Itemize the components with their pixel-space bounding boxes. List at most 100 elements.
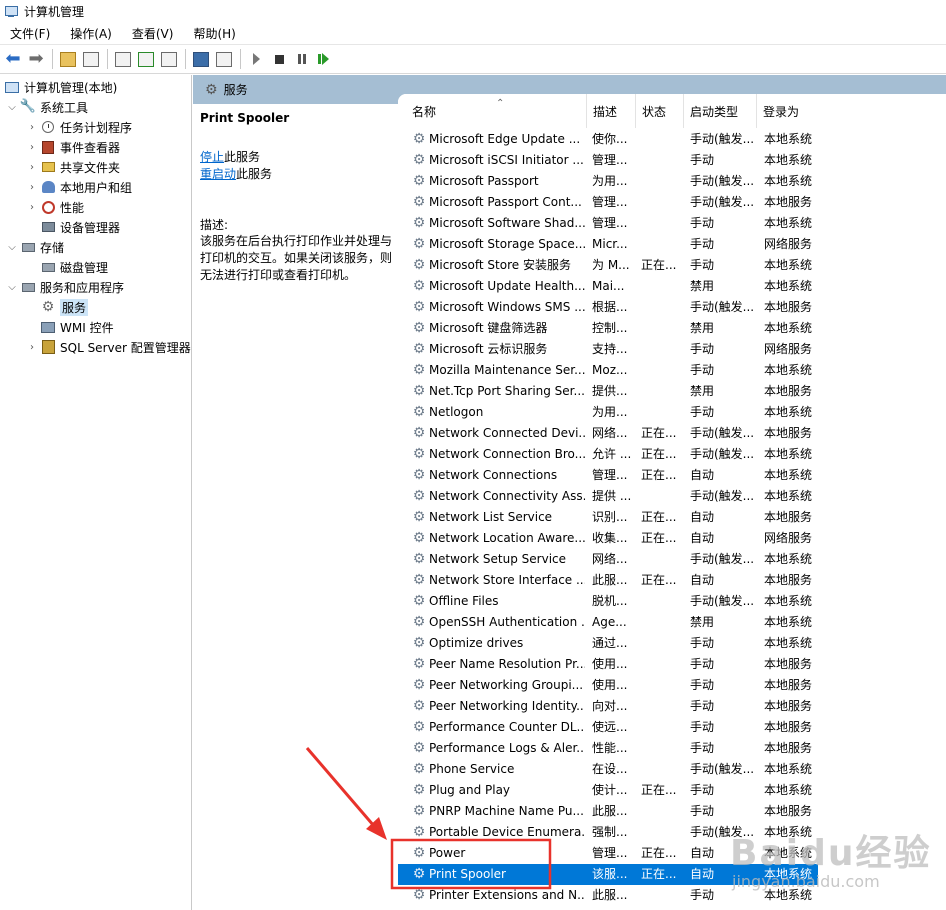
tree-item-system-tools[interactable]: ⌵ 🔧 系统工具 (6, 97, 88, 117)
tree-item-device-manager[interactable]: 设备管理器 (40, 217, 120, 237)
tree-item-disk-management[interactable]: 磁盘管理 (40, 257, 108, 277)
service-row[interactable]: ⚙ Microsoft Passport Cont... 管理... 手动(触发...… (398, 192, 818, 213)
start-service-button[interactable] (245, 48, 267, 70)
properties-button[interactable] (112, 48, 134, 70)
service-row[interactable]: ⚙ Microsoft Update Health... Mai... 禁用 本地系统 (398, 276, 818, 297)
tree-item-services[interactable]: ⚙ 服务 (40, 297, 89, 317)
service-status-cell: 正在... (641, 258, 677, 272)
tree-item-services-and-apps[interactable]: ⌵ 服务和应用程序 (6, 277, 124, 297)
service-row[interactable]: ⚙ Plug and Play 使计... 正在... 手动 本地系统 (398, 780, 818, 801)
action-pane-button[interactable] (213, 48, 235, 70)
stop-service-link[interactable]: 停止 (200, 150, 224, 164)
action-pane-icon (216, 51, 232, 67)
service-row[interactable]: ⚙ Network Connections 管理... 正在... 自动 本地系统 (398, 465, 818, 486)
tree-item-performance[interactable]: › 性能 (26, 197, 84, 217)
service-startup-type-cell: 手动 (690, 699, 715, 713)
service-status-cell (641, 885, 683, 906)
column-header-description[interactable]: 描述 (587, 94, 636, 128)
service-row[interactable]: ⚙ Microsoft Store 安装服务 为 M... 正在... 手动 本地系统 (398, 255, 818, 276)
collapse-chevron-icon[interactable]: ⌵ (6, 242, 18, 253)
tree-item-storage[interactable]: ⌵ 存储 (6, 237, 64, 257)
tree-item-sql-server-config[interactable]: › SQL Server 配置管理器 (26, 337, 191, 357)
service-row[interactable]: ⚙ Network Setup Service 网络... 手动(触发... 本地系统 (398, 549, 818, 570)
service-status-cell (641, 675, 683, 696)
expand-chevron-icon[interactable]: › (26, 122, 38, 133)
column-header-status[interactable]: 状态 (636, 94, 684, 128)
service-row[interactable]: ⚙ Microsoft Windows SMS ... 根据... 手动(触发... 本… (398, 297, 818, 318)
service-gear-icon: ⚙ (412, 257, 426, 273)
service-row[interactable]: ⚙ Network Location Aware... 收集... 正在... 自动 网络… (398, 528, 818, 549)
tree-item-event-viewer[interactable]: › 事件查看器 (26, 137, 120, 157)
service-row[interactable]: ⚙ Peer Networking Identity... 向对... 手动 本地服务 (398, 696, 818, 717)
service-startup-type-cell: 手动(触发... (690, 447, 755, 461)
service-row[interactable]: ⚙ Peer Networking Groupi... 使用... 手动 本地服务 (398, 675, 818, 696)
pause-service-button[interactable] (291, 48, 313, 70)
expand-chevron-icon[interactable]: › (26, 202, 38, 213)
service-gear-icon: ⚙ (412, 530, 426, 546)
service-row[interactable]: ⚙ Performance Logs & Aler... 性能... 手动 本地服务 (398, 738, 818, 759)
service-row[interactable]: ⚙ Microsoft Edge Update ... 使你... 手动(触发... 本… (398, 129, 818, 150)
restart-service-link[interactable]: 重启动 (200, 167, 236, 181)
forward-button[interactable]: ➡ (25, 48, 47, 70)
back-button[interactable]: ⬅ (2, 48, 24, 70)
service-row[interactable]: ⚙ Microsoft 云标识服务 支持... 手动 网络服务 (398, 339, 818, 360)
service-row[interactable]: ⚙ Network List Service 识别... 正在... 自动 本地服务 (398, 507, 818, 528)
service-description-cell: 性能... (592, 741, 628, 755)
service-row[interactable]: ⚙ Network Connection Bro... 允许 ... 正在... 手动(… (398, 444, 818, 465)
service-log-on-cell: 本地系统 (764, 258, 813, 272)
service-row[interactable]: ⚙ Microsoft 键盘筛选器 控制... 禁用 本地系统 (398, 318, 818, 339)
service-row[interactable]: ⚙ Performance Counter DL... 使远... 手动 本地服务 (398, 717, 818, 738)
service-startup-type-cell: 手动(触发... (690, 762, 755, 776)
service-row[interactable]: ⚙ Net.Tcp Port Sharing Ser... 提供... 禁用 本地服务 (398, 381, 818, 402)
stop-service-button[interactable] (268, 48, 290, 70)
service-name-cell: Printer Extensions and N... (429, 888, 585, 902)
menu-view[interactable]: 查看(V) (122, 25, 184, 42)
column-header-name[interactable]: 名称 ⌃ (406, 94, 587, 128)
menu-action[interactable]: 操作(A) (60, 25, 122, 42)
service-description-cell: 使远... (592, 720, 628, 734)
up-folder-button[interactable] (57, 48, 79, 70)
tree-item-wmi-control[interactable]: WMI 控件 (40, 317, 114, 337)
collapse-chevron-icon[interactable]: ⌵ (6, 102, 18, 113)
service-gear-icon: ⚙ (412, 593, 426, 609)
refresh-button[interactable] (135, 48, 157, 70)
service-row[interactable]: ⚙ Offline Files 脱机... 手动(触发... 本地系统 (398, 591, 818, 612)
tree-item-local-users[interactable]: › 本地用户和组 (26, 177, 132, 197)
tree-item-computer-management[interactable]: 计算机管理(本地) (4, 77, 117, 97)
service-startup-type-cell: 手动(触发... (690, 552, 755, 566)
service-gear-icon: ⚙ (412, 845, 426, 861)
service-row[interactable]: ⚙ OpenSSH Authentication ... Age... 禁用 本地系统 (398, 612, 818, 633)
service-row[interactable]: ⚙ Microsoft iSCSI Initiator ... 管理... 手动 本地系… (398, 150, 818, 171)
service-row[interactable]: ⚙ Microsoft Passport 为用... 手动(触发... 本地系统 (398, 171, 818, 192)
service-row[interactable]: ⚙ Microsoft Software Shad... 管理... 手动 本地系统 (398, 213, 818, 234)
service-row[interactable]: ⚙ Phone Service 在设... 手动(触发... 本地系统 (398, 759, 818, 780)
expand-chevron-icon[interactable]: › (26, 142, 38, 153)
service-row[interactable]: ⚙ Network Connected Devi... 网络... 正在... 手动(触… (398, 423, 818, 444)
service-row[interactable]: ⚙ Netlogon 为用... 手动 本地系统 (398, 402, 818, 423)
tree-item-shared-folders[interactable]: › 共享文件夹 (26, 157, 120, 177)
export-list-button[interactable] (158, 48, 180, 70)
service-row[interactable]: ⚙ PNRP Machine Name Pu... 此服... 手动 本地服务 (398, 801, 818, 822)
tree-item-task-scheduler[interactable]: › 任务计划程序 (26, 117, 132, 137)
service-row[interactable]: ⚙ Microsoft Storage Space... Micr... 手动 网络服务 (398, 234, 818, 255)
service-row[interactable]: ⚙ Network Connectivity Ass... 提供 ... 手动(触发.… (398, 486, 818, 507)
restart-service-button[interactable] (314, 48, 336, 70)
show-hide-tree-button[interactable] (80, 48, 102, 70)
help-button[interactable] (190, 48, 212, 70)
service-row[interactable]: ⚙ Peer Name Resolution Pr... 使用... 手动 本地服务 (398, 654, 818, 675)
collapse-chevron-icon[interactable]: ⌵ (6, 282, 18, 293)
service-row[interactable]: ⚙ Network Store Interface ... 此服... 正在... 自动… (398, 570, 818, 591)
service-row[interactable]: ⚙ Mozilla Maintenance Ser... Moz... 手动 本地系统 (398, 360, 818, 381)
expand-chevron-icon[interactable]: › (26, 162, 38, 173)
service-row[interactable]: ⚙ Optimize drives 通过... 手动 本地系统 (398, 633, 818, 654)
service-gear-icon: ⚙ (412, 740, 426, 756)
expand-chevron-icon[interactable]: › (26, 182, 38, 193)
list-header: 名称 ⌃ 描述 状态 启动类型 登录为 (398, 94, 946, 128)
column-header-startup-type[interactable]: 启动类型 (684, 94, 757, 128)
column-header-log-on-as[interactable]: 登录为 (757, 94, 819, 128)
service-gear-icon: ⚙ (412, 677, 426, 693)
menu-file[interactable]: 文件(F) (0, 25, 60, 42)
expand-chevron-icon[interactable]: › (26, 342, 38, 353)
menu-help[interactable]: 帮助(H) (183, 25, 245, 42)
service-log-on-cell: 本地系统 (764, 783, 813, 797)
